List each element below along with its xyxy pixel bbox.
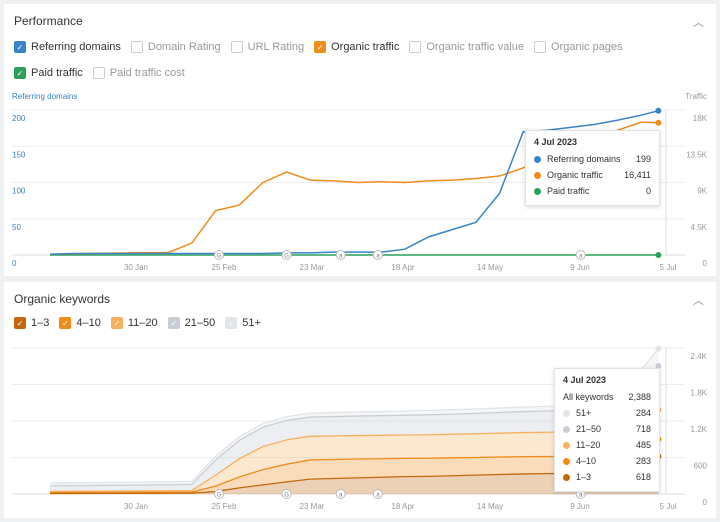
tooltip-value: 283 [635,456,651,466]
series-endpoint [655,119,662,126]
series-dot-icon [563,441,570,449]
tooltip-label: Organic traffic [547,170,603,180]
tooltip-date: 4 Jul 2023 [563,375,607,385]
tooltip-row: Referring domains 199 [534,151,651,167]
left-axis-title: Referring domains [12,92,77,101]
x-tick-label: 18 Apr [391,502,414,511]
x-tick-label: 23 Mar [300,502,325,511]
right-tick-label: 13.5K [686,150,708,159]
x-tick-label: 9 Jun [570,502,590,511]
tooltip-row: 51+ 284 [563,405,651,421]
series-endpoint [655,107,662,114]
tooltip-label: 21–50 [576,424,602,434]
tooltip-row-all: All keywords 2,388 [563,389,651,405]
x-tick-label: 5 Jul [660,502,677,511]
tooltip-value: 284 [635,408,651,418]
annotation-label: G [284,493,289,499]
annotation-marker[interactable]: a [372,489,383,499]
series-dot-icon [534,187,541,195]
left-tick-label: 150 [12,150,26,159]
tooltip-row: 11–20 485 [563,437,651,453]
right-tick-label: 2.4K [691,352,708,361]
right-axis-title: Traffic [685,92,707,101]
x-tick-label: 30 Jan [124,502,148,511]
tooltip-label: 11–20 [576,440,601,450]
annotation-label: G [284,254,289,260]
tooltip-value: 718 [635,424,651,434]
annotation-label: G [217,493,222,499]
annotation-marker[interactable]: G [281,489,292,499]
tooltip-value: 2,388 [628,392,651,402]
right-tick-label: 18K [693,114,708,123]
tooltip-row: Organic traffic 16,411 [534,167,651,183]
tooltip-label: 4–10 [576,456,597,466]
x-tick-label: 23 Mar [300,263,325,272]
keywords-tooltip: 4 Jul 2023 All keywords 2,388 51+ 284 21–50… [554,368,660,492]
x-tick-label: 5 Jul [660,263,677,272]
annotation-marker[interactable]: G [281,250,292,260]
right-tick-label: 1.2K [691,425,708,434]
annotation-marker[interactable]: a [335,489,346,499]
left-tick-label: 0 [12,259,17,268]
tooltip-value: 199 [635,154,651,164]
tooltip-label: Referring domains [547,154,621,164]
tooltip-label: All keywords [563,392,614,402]
left-tick-label: 200 [12,114,26,123]
x-tick-label: 14 May [477,502,503,511]
x-tick-label: 25 Feb [212,263,237,272]
tooltip-label: 51+ [576,408,592,418]
series-dot-icon [563,473,570,481]
series-dot-icon [563,457,570,465]
right-tick-label: 0 [703,498,708,507]
tooltip-date: 4 Jul 2023 [534,137,578,147]
annotation-marker[interactable]: a [335,250,346,260]
annotation-marker[interactable]: G [214,489,224,499]
annotation-marker[interactable]: G [214,250,224,260]
x-tick-label: 30 Jan [124,263,148,272]
tooltip-value: 618 [635,472,651,482]
annotation-marker[interactable]: a [372,250,383,260]
series-dot-icon [563,425,570,433]
series-endpoint [655,252,662,258]
tooltip-label: 1–3 [576,472,592,482]
performance-tooltip: 4 Jul 2023 Referring domains 199 Organic t… [525,130,660,206]
series-dot-icon [534,155,541,163]
annotation-label: G [217,254,222,260]
series-dot-icon [563,409,570,417]
right-tick-label: 9K [697,187,707,196]
tooltip-row: 1–3 618 [563,469,651,485]
right-tick-label: 4.5K [691,223,708,232]
tooltip-row: Paid traffic 0 [534,183,651,199]
tooltip-value: 485 [635,440,651,450]
tooltip-value: 16,411 [624,170,651,180]
tooltip-value: 0 [645,186,651,196]
right-tick-label: 1.8K [691,389,708,398]
left-tick-label: 50 [12,223,21,232]
x-tick-label: 18 Apr [391,263,414,272]
x-tick-label: 25 Feb [212,502,237,511]
annotation-marker[interactable]: a [575,250,586,260]
right-tick-label: 600 [694,462,708,471]
tooltip-label: Paid traffic [547,186,590,196]
x-tick-label: 14 May [477,263,503,272]
tooltip-row: 4–10 283 [563,453,651,469]
tooltip-row: 21–50 718 [563,421,651,437]
series-endpoint [655,345,662,352]
left-tick-label: 100 [12,187,26,196]
right-tick-label: 0 [703,259,708,268]
x-tick-label: 9 Jun [570,263,590,272]
series-dot-icon [534,171,541,179]
